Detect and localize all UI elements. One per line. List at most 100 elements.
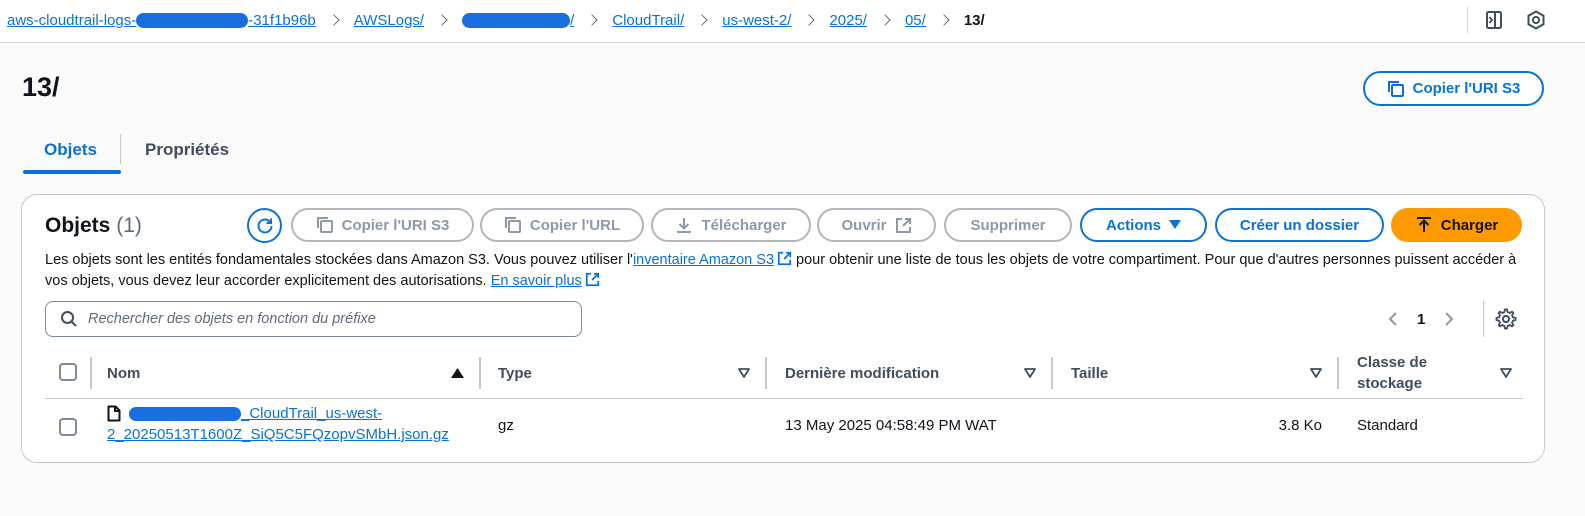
actions-dropdown[interactable]: Actions: [1080, 208, 1207, 242]
select-all-checkbox[interactable]: [59, 363, 77, 381]
download-button[interactable]: Télécharger: [651, 208, 811, 242]
search-input[interactable]: [88, 311, 568, 327]
breadcrumb-item-cloudtrail[interactable]: CloudTrail/: [612, 12, 684, 29]
table-row: _CloudTrail_us-west- 2_20250513T1600Z_Si…: [45, 400, 1523, 456]
button-label: Créer un dossier: [1239, 216, 1360, 234]
breadcrumb-item-region[interactable]: us-west-2/: [722, 12, 791, 29]
sort-icon[interactable]: [1024, 368, 1036, 379]
object-name-link-line2[interactable]: 2_20250513T1600Z_SiQ5C5FQzopvSMbH.json.g…: [107, 424, 449, 445]
object-name-text: _CloudTrail_us-west-: [241, 405, 383, 422]
breadcrumb-item-bucket[interactable]: aws-cloudtrail-logs- -31f1b96b: [7, 12, 316, 29]
breadcrumb-item-month[interactable]: 05/: [905, 12, 926, 29]
divider: [120, 134, 121, 164]
learn-more-link[interactable]: En savoir plus: [490, 272, 600, 289]
breadcrumb-item-current: 13/: [963, 11, 985, 29]
inventory-link[interactable]: inventaire Amazon S3: [632, 251, 792, 268]
column-header-type[interactable]: Type: [498, 347, 532, 399]
breadcrumb-item-label: /: [570, 11, 575, 29]
page-number[interactable]: 1: [1417, 311, 1425, 328]
active-tab-indicator: [23, 170, 121, 174]
button-label: Copier l'URI S3: [341, 216, 450, 234]
divider: [1483, 301, 1484, 337]
link-label: inventaire Amazon S3: [632, 252, 775, 268]
gear-icon[interactable]: [1495, 308, 1517, 330]
refresh-icon: [257, 217, 272, 233]
column-divider[interactable]: [1051, 357, 1053, 389]
column-divider[interactable]: [1337, 357, 1339, 389]
divider: [1467, 7, 1468, 33]
chevron-right-icon: [436, 14, 448, 26]
sort-icon[interactable]: [1500, 368, 1512, 379]
button-label: Copier l'URI S3: [1412, 80, 1521, 97]
panel-title-text: Objets: [45, 214, 111, 237]
download-icon: [677, 218, 692, 233]
button-label: Charger: [1440, 216, 1499, 234]
breadcrumb-item-account[interactable]: /: [462, 12, 574, 29]
breadcrumb-bar: aws-cloudtrail-logs- -31f1b96b AWSLogs/ /…: [0, 0, 1585, 43]
chevron-left-icon[interactable]: [1387, 311, 1399, 327]
external-link-icon: [777, 251, 792, 266]
chevron-right-icon: [586, 14, 598, 26]
search-icon: [61, 311, 77, 327]
link-label: En savoir plus: [490, 273, 582, 289]
column-header-last-modified[interactable]: Dernière modification: [785, 347, 939, 399]
tab-properties[interactable]: Propriétés: [145, 140, 229, 160]
copy-icon: [316, 217, 333, 233]
help-settings-icon[interactable]: [1526, 10, 1546, 30]
sort-ascending-icon[interactable]: [451, 368, 464, 379]
object-storage-class: Standard: [1357, 417, 1418, 434]
tab-objects[interactable]: Objets: [44, 140, 97, 160]
copy-url-button[interactable]: Copier l'URL: [480, 208, 644, 242]
prefix-search: [45, 301, 582, 337]
breadcrumb-item-awslogs[interactable]: AWSLogs/: [354, 12, 424, 29]
redacted-mark: [129, 407, 241, 422]
object-last-modified: 13 May 2025 04:58:49 PM WAT: [785, 417, 997, 434]
objects-panel: Objets (1) Copier l'URI S3 Copier l'URL …: [21, 194, 1545, 463]
page-title: 13/: [22, 72, 60, 102]
column-divider[interactable]: [765, 357, 767, 389]
button-label: Supprimer: [970, 216, 1046, 234]
description-text: Les objets sont les entités fondamentale…: [45, 252, 633, 268]
file-icon: [107, 405, 121, 422]
open-button[interactable]: Ouvrir: [817, 208, 936, 242]
row-checkbox[interactable]: [59, 418, 77, 436]
column-header-storage-class[interactable]: Classe de stockage: [1357, 347, 1467, 399]
sort-icon[interactable]: [1310, 368, 1322, 379]
delete-button[interactable]: Supprimer: [944, 208, 1072, 242]
redacted-mark: [462, 12, 571, 28]
chevron-right-icon: [696, 14, 708, 26]
chevron-right-icon[interactable]: [1443, 311, 1455, 327]
button-label: Actions: [1105, 216, 1161, 234]
object-count: (1): [116, 214, 142, 237]
chevron-right-icon: [803, 14, 816, 26]
panel-toggle-icon[interactable]: [1484, 10, 1504, 30]
chevron-right-icon: [879, 14, 891, 26]
button-label: Télécharger: [701, 216, 787, 234]
refresh-button[interactable]: [247, 208, 282, 243]
breadcrumb: aws-cloudtrail-logs- -31f1b96b AWSLogs/ /…: [7, 10, 985, 30]
panel-title: Objets (1): [45, 214, 142, 238]
create-folder-button[interactable]: Créer un dossier: [1215, 208, 1384, 242]
copy-s3-uri-button-disabled[interactable]: Copier l'URI S3: [291, 208, 474, 242]
sort-icon[interactable]: [738, 368, 750, 379]
chevron-right-icon: [938, 14, 950, 26]
breadcrumb-item-year[interactable]: 2025/: [829, 12, 867, 29]
column-divider[interactable]: [479, 357, 481, 389]
upload-button[interactable]: Charger: [1391, 208, 1522, 242]
object-name-cell: _CloudTrail_us-west- 2_20250513T1600Z_Si…: [107, 403, 449, 445]
object-name-link[interactable]: _CloudTrail_us-west-: [129, 403, 382, 424]
table-header: Nom Type Dernière modification Taille Cl…: [45, 347, 1523, 399]
object-type: gz: [498, 417, 514, 434]
copy-icon: [504, 217, 521, 233]
upload-icon: [1416, 217, 1431, 232]
column-header-size[interactable]: Taille: [1071, 347, 1108, 399]
copy-s3-uri-button[interactable]: Copier l'URI S3: [1363, 71, 1544, 106]
object-size: 3.8 Ko: [1278, 417, 1322, 434]
pagination: 1: [1387, 307, 1455, 331]
copy-icon: [1387, 80, 1404, 97]
redacted-mark: [136, 12, 249, 28]
breadcrumb-item-label: -31f1b96b: [248, 11, 316, 29]
chevron-right-icon: [328, 14, 340, 26]
panel-description: Les objets sont les entités fondamentale…: [45, 250, 1525, 292]
column-header-name[interactable]: Nom: [107, 347, 140, 399]
